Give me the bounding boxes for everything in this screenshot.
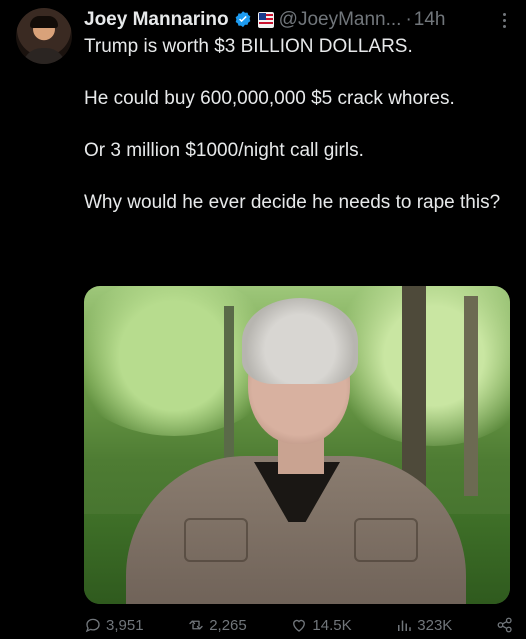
avatar-hair — [30, 16, 58, 28]
tweet-body: Trump is worth $3 BILLION DOLLARS. He co… — [84, 34, 514, 216]
share-button[interactable] — [496, 616, 514, 634]
like-button[interactable]: 14.5K — [290, 616, 352, 634]
avatar[interactable] — [16, 8, 72, 64]
more-icon[interactable] — [494, 10, 514, 30]
views-button[interactable]: 323K — [395, 616, 452, 634]
tweet-actions: 3,951 2,265 14.5K 323K — [84, 614, 514, 636]
timestamp[interactable]: 14h — [414, 9, 446, 31]
tweet-paragraph: He could buy 600,000,000 $5 crack whores… — [84, 88, 455, 109]
tree-trunk — [224, 306, 234, 476]
reply-icon — [85, 618, 100, 633]
more-dot — [502, 12, 506, 16]
views-icon — [398, 620, 412, 631]
tweet-header: Joey Mannarino @JoeyMann... · 14h — [84, 8, 514, 32]
tweet-photo[interactable] — [84, 286, 510, 604]
reply-button[interactable]: 3,951 — [84, 616, 144, 634]
author-handle[interactable]: @JoeyMann... — [279, 9, 402, 31]
avatar-shirt — [22, 48, 66, 64]
like-icon — [293, 619, 306, 632]
more-dot — [502, 18, 506, 22]
tweet-paragraph: Or 3 million $1000/night call girls. — [84, 140, 364, 161]
jacket-pocket — [354, 518, 418, 562]
tweet-paragraph: Why would he ever decide he needs to rap… — [84, 192, 501, 213]
tweet-paragraph: Trump is worth $3 BILLION DOLLARS. — [84, 36, 413, 57]
more-dot — [502, 24, 506, 28]
verified-badge-icon — [235, 11, 250, 28]
like-count: 14.5K — [312, 616, 352, 634]
repost-count: 2,265 — [209, 616, 247, 634]
tree-trunk — [464, 296, 478, 496]
hair — [242, 298, 358, 384]
jacket-pocket — [184, 518, 248, 562]
flag-badge-icon — [257, 12, 274, 28]
repost-icon — [189, 620, 203, 630]
reply-count: 3,951 — [106, 616, 144, 634]
share-icon — [497, 617, 512, 633]
separator-dot: · — [405, 9, 412, 30]
views-count: 323K — [417, 616, 453, 634]
tweet[interactable]: Joey Mannarino @JoeyMann... · 14h Trump … — [0, 0, 526, 639]
repost-button[interactable]: 2,265 — [187, 616, 247, 634]
author-name[interactable]: Joey Mannarino — [84, 9, 229, 31]
